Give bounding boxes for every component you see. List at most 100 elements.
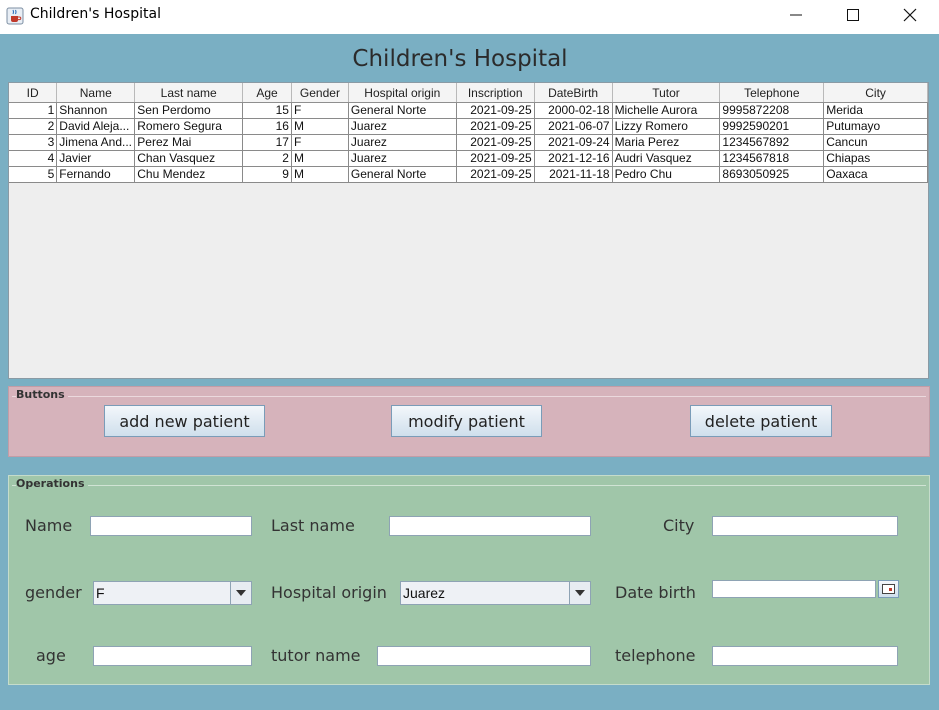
cell-last-name: Chu Mendez — [134, 166, 244, 183]
operations-panel-title: Operations — [16, 477, 88, 490]
table-row[interactable]: 2 David Aleja... Romero Segura 16 M Juar… — [9, 118, 928, 135]
cell-name: Jimena And... — [56, 134, 136, 151]
buttons-panel-title: Buttons — [16, 388, 68, 401]
cell-date-birth: 2021-11-18 — [534, 166, 613, 183]
maximize-icon — [847, 9, 859, 21]
table-header-row: ID Name Last name Age Gender Hospital or… — [9, 83, 928, 103]
cell-hospital-origin: Juarez — [348, 134, 457, 151]
cell-inscription: 2021-09-25 — [456, 102, 535, 119]
cell-date-birth: 2021-09-24 — [534, 134, 613, 151]
cell-telephone: 9992590201 — [719, 118, 825, 135]
date-birth-label: Date birth — [615, 583, 696, 602]
cell-name: David Aleja... — [56, 118, 136, 135]
cell-city: Cancun — [823, 134, 928, 151]
telephone-input[interactable] — [712, 646, 898, 666]
cell-city: Putumayo — [823, 118, 928, 135]
gender-label: gender — [25, 583, 82, 602]
column-header-age[interactable]: Age — [242, 83, 292, 103]
column-header-hospital-origin[interactable]: Hospital origin — [348, 83, 457, 103]
column-header-id[interactable]: ID — [9, 83, 58, 103]
cell-last-name: Sen Perdomo — [134, 102, 244, 119]
cell-id: 4 — [9, 150, 58, 167]
chevron-down-icon[interactable] — [569, 582, 590, 604]
table-row[interactable]: 3 Jimena And... Perez Mai 17 F Juarez 20… — [9, 134, 928, 151]
last-name-label: Last name — [271, 516, 355, 535]
cell-tutor: Pedro Chu — [612, 166, 721, 183]
cell-age: 16 — [242, 118, 292, 135]
modify-patient-button[interactable]: modify patient — [391, 405, 542, 437]
delete-patient-button[interactable]: delete patient — [690, 405, 832, 437]
add-patient-button[interactable]: add new patient — [104, 405, 265, 437]
cell-telephone: 1234567892 — [719, 134, 825, 151]
column-header-tutor[interactable]: Tutor — [612, 83, 721, 103]
maximize-button[interactable] — [824, 0, 882, 30]
cell-last-name: Chan Vasquez — [134, 150, 244, 167]
age-input[interactable] — [93, 646, 252, 666]
minimize-icon — [790, 14, 802, 16]
column-header-inscription[interactable]: Inscription — [456, 83, 535, 103]
cell-city: Merida — [823, 102, 928, 119]
cell-telephone: 1234567818 — [719, 150, 825, 167]
name-label: Name — [25, 516, 73, 535]
page-title: Children's Hospital — [352, 46, 568, 72]
cell-gender: F — [291, 134, 349, 151]
table-row[interactable]: 5 Fernando Chu Mendez 9 M General Norte … — [9, 166, 928, 183]
tutor-name-label: tutor name — [271, 646, 361, 665]
gender-select[interactable]: F — [93, 581, 252, 605]
city-label: City — [663, 516, 695, 535]
last-name-input[interactable] — [389, 516, 591, 536]
cell-name: Javier — [56, 150, 136, 167]
cell-age: 15 — [242, 102, 292, 119]
minimize-button[interactable] — [767, 0, 825, 30]
column-header-name[interactable]: Name — [56, 83, 136, 103]
gender-select-value: F — [96, 585, 105, 601]
age-label: age — [36, 646, 66, 665]
title-bar: Children's Hospital — [0, 0, 939, 34]
cell-inscription: 2021-09-25 — [456, 134, 535, 151]
cell-age: 9 — [242, 166, 292, 183]
cell-last-name: Romero Segura — [134, 118, 244, 135]
cell-gender: F — [291, 102, 349, 119]
cell-id: 2 — [9, 118, 58, 135]
hospital-origin-select[interactable]: Juarez — [400, 581, 591, 605]
cell-inscription: 2021-09-25 — [456, 118, 535, 135]
date-birth-input[interactable] — [712, 580, 876, 598]
cell-name: Shannon — [56, 102, 136, 119]
cell-age: 17 — [242, 134, 292, 151]
column-header-date-birth[interactable]: DateBirth — [534, 83, 613, 103]
cell-age: 2 — [242, 150, 292, 167]
tutor-name-input[interactable] — [377, 646, 591, 666]
cell-gender: M — [291, 118, 349, 135]
chevron-down-icon[interactable] — [230, 582, 251, 604]
close-icon — [903, 8, 917, 22]
hospital-origin-select-value: Juarez — [403, 585, 446, 601]
cell-tutor: Maria Perez — [612, 134, 721, 151]
column-header-telephone[interactable]: Telephone — [719, 83, 825, 103]
panel-border — [12, 485, 926, 486]
cell-id: 3 — [9, 134, 58, 151]
table-row[interactable]: 1 Shannon Sen Perdomo 15 F General Norte… — [9, 102, 928, 119]
cell-telephone: 9995872208 — [719, 102, 825, 119]
name-input[interactable] — [90, 516, 252, 536]
cell-date-birth: 2021-12-16 — [534, 150, 613, 167]
column-header-last-name[interactable]: Last name — [134, 83, 244, 103]
panel-border — [12, 396, 926, 397]
cell-tutor: Lizzy Romero — [612, 118, 721, 135]
cell-hospital-origin: Juarez — [348, 118, 457, 135]
cell-id: 1 — [9, 102, 58, 119]
cell-date-birth: 2021-06-07 — [534, 118, 613, 135]
city-input[interactable] — [712, 516, 898, 536]
window-title: Children's Hospital — [30, 6, 161, 22]
cell-hospital-origin: Juarez — [348, 150, 457, 167]
close-button[interactable] — [881, 0, 939, 30]
cell-name: Fernando — [56, 166, 136, 183]
cell-inscription: 2021-09-25 — [456, 166, 535, 183]
date-picker-button[interactable] — [878, 580, 899, 598]
table-row[interactable]: 4 Javier Chan Vasquez 2 M Juarez 2021-09… — [9, 150, 928, 167]
cell-hospital-origin: General Norte — [348, 166, 457, 183]
patients-table-scroll[interactable]: ID Name Last name Age Gender Hospital or… — [8, 82, 929, 379]
cell-gender: M — [291, 166, 349, 183]
column-header-city[interactable]: City — [823, 83, 928, 103]
cell-date-birth: 2000-02-18 — [534, 102, 613, 119]
column-header-gender[interactable]: Gender — [291, 83, 349, 103]
